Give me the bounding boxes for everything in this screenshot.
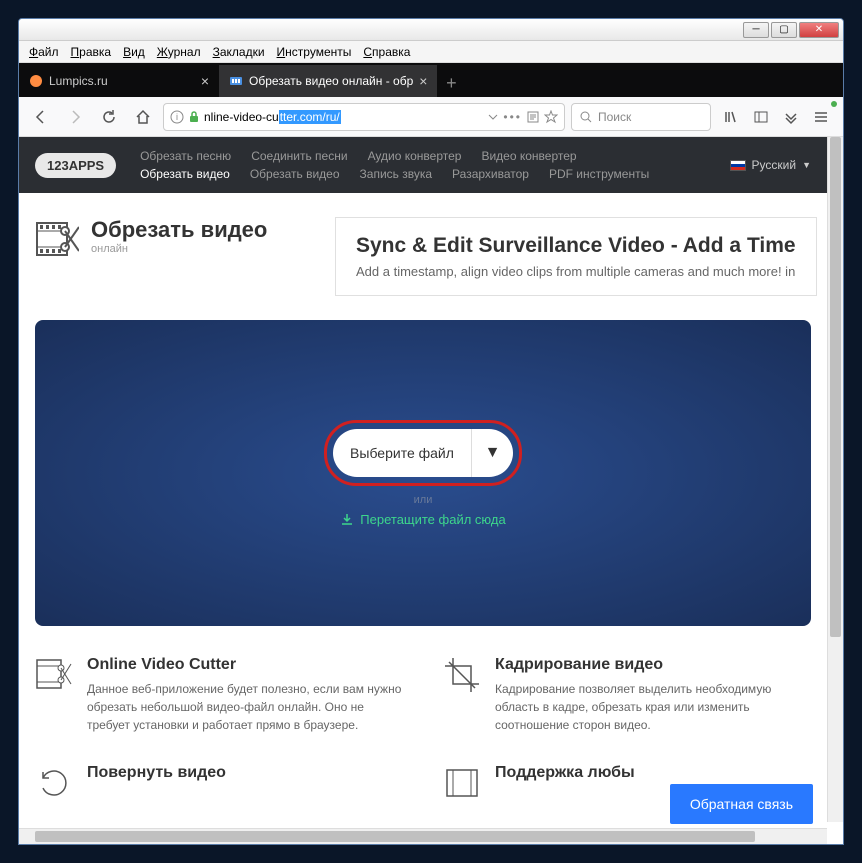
browser-window: ─ ▢ ✕ Файл Правка Вид Журнал Закладки Ин… (18, 18, 844, 845)
tab-close-icon[interactable]: × (419, 73, 427, 89)
feature-title: Кадрирование видео (495, 656, 811, 674)
info-icon: i (170, 110, 184, 124)
nav-join-songs[interactable]: Соединить песни (251, 149, 347, 163)
flag-ru-icon (730, 160, 746, 171)
crop-icon (443, 656, 481, 694)
close-button[interactable]: ✕ (799, 22, 839, 38)
nav-cut-song[interactable]: Обрезать песню (140, 149, 231, 163)
reload-button[interactable] (95, 103, 123, 131)
lang-label: Русский (752, 158, 797, 172)
nav-cut-video[interactable]: Обрезать видео (140, 167, 230, 181)
ad-title: Sync & Edit Surveillance Video - Add a T… (356, 234, 796, 258)
page-subtitle: онлайн (91, 243, 267, 255)
nav-unarchive[interactable]: Разархиватор (452, 167, 529, 181)
sidebar-icon[interactable] (747, 103, 775, 131)
feature-text: Кадрирование позволяет выделить необходи… (495, 680, 811, 734)
forward-button[interactable] (61, 103, 89, 131)
download-icon (340, 512, 354, 526)
feature-text: Данное веб-приложение будет полезно, есл… (87, 680, 403, 734)
feature-title: Online Video Cutter (87, 656, 403, 674)
tab-label: Lumpics.ru (49, 74, 195, 88)
scrollbar-h[interactable] (19, 828, 827, 844)
page-header: Обрезать видео онлайн Sync & Edit Survei… (19, 193, 827, 320)
new-tab-button[interactable]: + (437, 69, 465, 97)
choose-file-button[interactable]: Выберите файл ▼ (333, 429, 513, 477)
menu-view[interactable]: Вид (119, 43, 149, 61)
menu-tools[interactable]: Инструменты (273, 43, 356, 61)
dropdown-icon[interactable] (487, 111, 499, 123)
menu-help[interactable]: Справка (359, 43, 414, 61)
overflow-icon[interactable] (777, 103, 805, 131)
film-icon (443, 764, 481, 802)
titlebar: ─ ▢ ✕ (19, 19, 843, 41)
tab-videocutter[interactable]: Обрезать видео онлайн - обр × (219, 65, 437, 97)
navbar: i nline-video-cutter.com/ru/ ••• Поиск (19, 97, 843, 137)
tabbar: Lumpics.ru × Обрезать видео онлайн - обр… (19, 63, 843, 97)
ad-box[interactable]: Sync & Edit Surveillance Video - Add a T… (335, 217, 817, 296)
nav-pdf[interactable]: PDF инструменты (549, 167, 649, 181)
page-actions-icon[interactable]: ••• (503, 110, 522, 124)
feedback-button[interactable]: Обратная связь (670, 784, 813, 824)
search-placeholder: Поиск (598, 110, 631, 124)
ad-text: Add a timestamp, align video clips from … (356, 264, 796, 279)
drag-hint: Перетащите файл сюда (340, 512, 505, 527)
scrollthumb-h[interactable] (35, 831, 755, 842)
nav-cut-video2[interactable]: Обрезать видео (250, 167, 340, 181)
menu-icon[interactable] (807, 103, 835, 131)
back-button[interactable] (27, 103, 55, 131)
feature-title: Поддержка любы (495, 764, 635, 782)
choose-file-label: Выберите файл (333, 445, 471, 461)
nav-video-conv[interactable]: Видео конвертер (481, 149, 576, 163)
url-bar[interactable]: i nline-video-cutter.com/ru/ ••• (163, 103, 565, 131)
scrollthumb-v[interactable] (830, 137, 841, 637)
feature-cutter: Online Video Cutter Данное веб-приложени… (35, 656, 403, 734)
maximize-button[interactable]: ▢ (771, 22, 797, 38)
site-nav: 123APPS Обрезать песню Соединить песни А… (19, 137, 827, 193)
highlight-ring: Выберите файл ▼ (324, 420, 522, 486)
favicon-videocutter (229, 74, 243, 88)
menu-history[interactable]: Журнал (153, 43, 205, 61)
favicon-lumpics (29, 74, 43, 88)
lock-icon (188, 111, 200, 123)
choose-file-dropdown[interactable]: ▼ (471, 429, 513, 477)
feature-rotate: Повернуть видео (35, 764, 403, 802)
nav-audio-conv[interactable]: Аудио конвертер (368, 149, 462, 163)
or-text: или (414, 494, 433, 506)
feature-title: Повернуть видео (87, 764, 226, 782)
home-button[interactable] (129, 103, 157, 131)
menu-bookmarks[interactable]: Закладки (209, 43, 269, 61)
search-bar[interactable]: Поиск (571, 103, 711, 131)
minimize-button[interactable]: ─ (743, 22, 769, 38)
tab-close-icon[interactable]: × (201, 73, 209, 89)
rotate-icon (35, 764, 73, 802)
drop-area[interactable]: Выберите файл ▼ или Перетащите файл сюда (35, 320, 811, 626)
bookmark-star-icon[interactable] (544, 110, 558, 124)
svg-text:i: i (176, 112, 178, 122)
menu-edit[interactable]: Правка (67, 43, 116, 61)
nav-record[interactable]: Запись звука (360, 167, 433, 181)
tab-lumpics[interactable]: Lumpics.ru × (19, 65, 219, 97)
scissors-film-icon (35, 656, 73, 694)
scrollbar-v[interactable] (827, 137, 843, 822)
url-text: nline-video-cutter.com/ru/ (204, 110, 341, 124)
logo[interactable]: 123APPS (35, 153, 116, 178)
page-content: 123APPS Обрезать песню Соединить песни А… (19, 137, 843, 844)
menubar: Файл Правка Вид Журнал Закладки Инструме… (19, 41, 843, 63)
library-icon[interactable] (717, 103, 745, 131)
page-title: Обрезать видео (91, 217, 267, 243)
feature-crop: Кадрирование видео Кадрирование позволяе… (443, 656, 811, 734)
cut-video-icon (35, 217, 79, 261)
menu-file[interactable]: Файл (25, 43, 63, 61)
toolbar-icons (717, 103, 835, 131)
reader-icon[interactable] (526, 110, 540, 124)
tab-label: Обрезать видео онлайн - обр (249, 74, 413, 88)
language-selector[interactable]: Русский ▼ (730, 158, 811, 172)
search-icon (580, 111, 592, 123)
